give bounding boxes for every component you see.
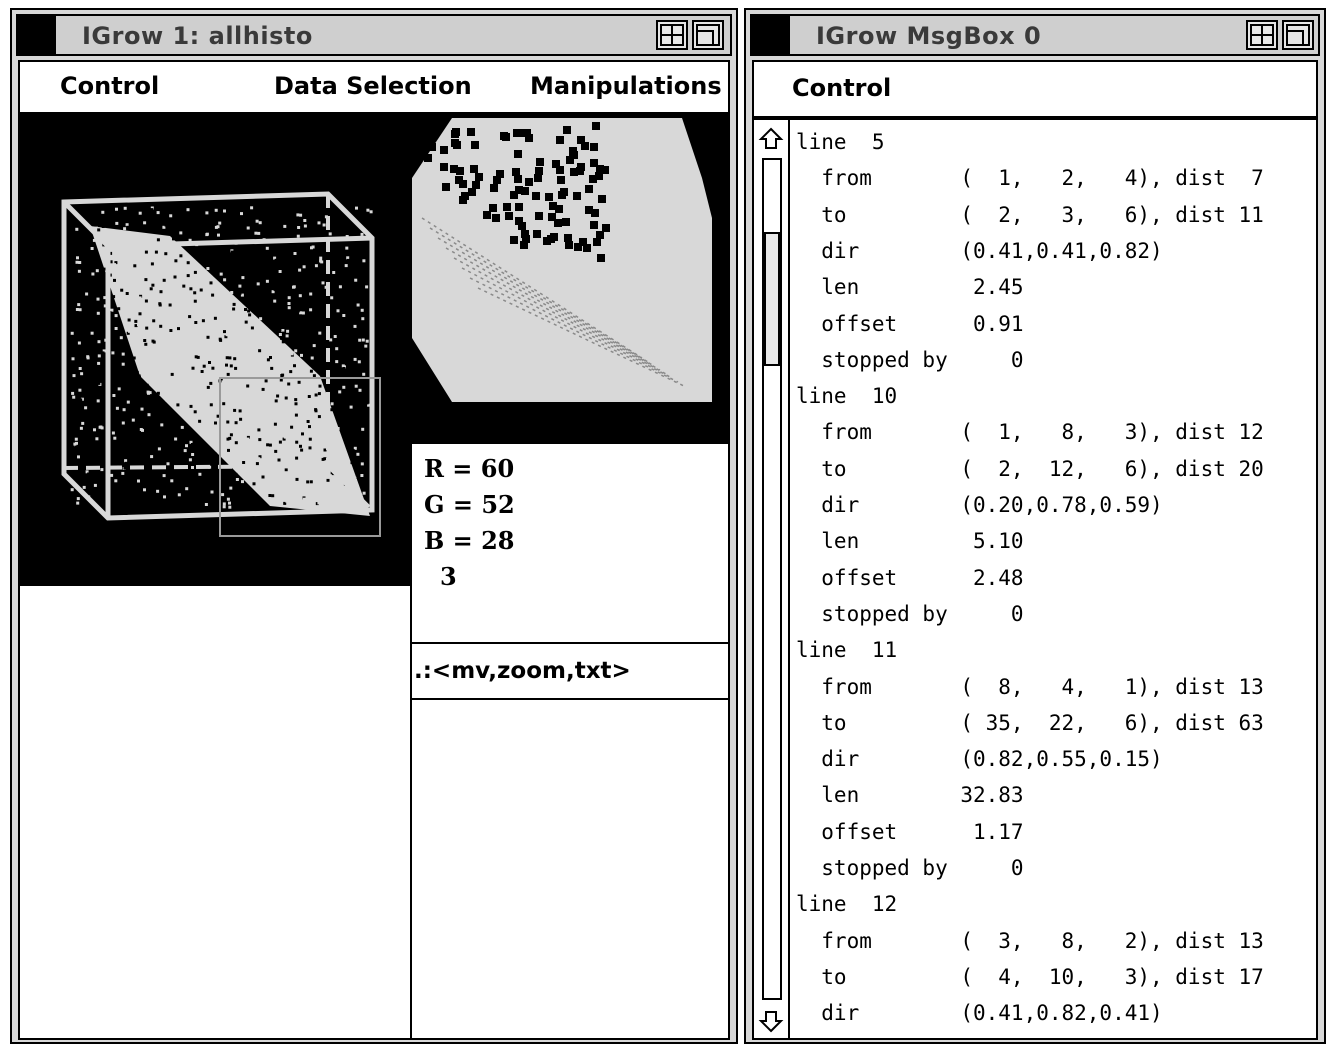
window-menu-button[interactable] [752,16,790,54]
message-line: to ( 35, 22, 6), dist 63 [796,710,1264,735]
resize-icon[interactable] [656,20,688,50]
red-value: R = 60 [424,454,515,483]
message-line: stopped by 0 [796,347,1024,372]
message-line: to ( 4, 10, 3), dist 17 [796,964,1264,989]
message-line: to ( 2, 12, 6), dist 20 [796,456,1264,481]
scroll-down-arrow-icon[interactable] [758,1008,784,1034]
message-line: dir (0.41,0.82,0.41) [796,1001,1163,1026]
menu-manipulations[interactable]: Manipulations [530,72,722,100]
scroll-thumb[interactable] [764,232,780,366]
maximize-icon[interactable] [692,20,724,50]
maximize-icon[interactable] [1282,20,1314,50]
message-line: line 5 [796,130,885,154]
command-hint: .:<mv,zoom,txt> [414,658,631,684]
message-line: from ( 3, 8, 2), dist 13 [796,928,1264,953]
allhisto-window: IGrow 1: allhisto Control Data Selection… [10,8,738,1044]
blue-value: B = 28 [424,526,515,555]
window-title: IGrow 1: allhisto [82,22,313,50]
histogram-workspace: R = 60 G = 52 B = 28 3 .:<mv,zoom,txt> [18,114,730,1040]
message-line: to ( 2, 3, 6), dist 11 [796,202,1264,227]
empty-area [22,586,410,1038]
msgbox-window: IGrow MsgBox 0 Control line 5 from (1, … [744,8,1326,1044]
rgb-readout: R = 60 G = 52 B = 28 3 [412,442,728,644]
message-line: line 12 [796,892,898,917]
title-bar[interactable]: IGrow 1: allhisto [16,14,732,56]
menu-control[interactable]: Control [60,72,159,100]
message-line: dir (0.82,0.55,0.15) [796,747,1163,772]
message-line: line 10 [796,384,898,409]
command-input[interactable]: .:<mv,zoom,txt> [412,646,728,700]
count-value: 3 [440,562,457,591]
message-line: len 2.45 [796,275,1024,300]
title-bar[interactable]: IGrow MsgBox 0 [750,14,1320,56]
message-line: from ( 8, 4, 1), dist 13 [796,674,1264,699]
menu-bar: Control [752,60,1318,118]
message-line: offset 1.17 [796,819,1024,844]
scroll-track[interactable] [762,158,782,1000]
menu-data-selection[interactable]: Data Selection [274,72,472,100]
message-line: dir (0.41,0.41,0.82) [796,238,1163,263]
message-line: len 5.10 [796,529,1024,554]
message-line: line 11 [796,638,898,663]
message-log: line 5 from ( 1, 2, 4), dist 7 to ( 2, 3… [796,124,1316,1036]
scroll-up-arrow-icon[interactable] [758,126,784,152]
message-line: len 32.83 [796,783,1024,808]
vertical-scrollbar[interactable] [754,120,790,1038]
message-line: from ( 1, 8, 3), dist 12 [796,420,1264,445]
menu-bar: Control Data Selection Manipulations [18,60,730,114]
message-line: dir (0.20,0.78,0.59) [796,493,1163,517]
message-line: stopped by 0 [796,856,1024,880]
message-line: offset 2.48 [796,565,1024,590]
menu-control[interactable]: Control [792,74,891,102]
message-line: from ( 1, 2, 4), dist 7 [796,166,1264,191]
message-panel: line 5 from ( 1, 2, 4), dist 7 to ( 2, 3… [752,118,1318,1040]
window-title: IGrow MsgBox 0 [816,22,1042,50]
window-menu-button[interactable] [18,16,56,54]
zoom-view [412,118,712,402]
green-value: G = 52 [424,490,515,519]
message-line: stopped by 0 [796,601,1024,626]
message-line: offset 0.91 [796,311,1024,336]
resize-icon[interactable] [1246,20,1278,50]
